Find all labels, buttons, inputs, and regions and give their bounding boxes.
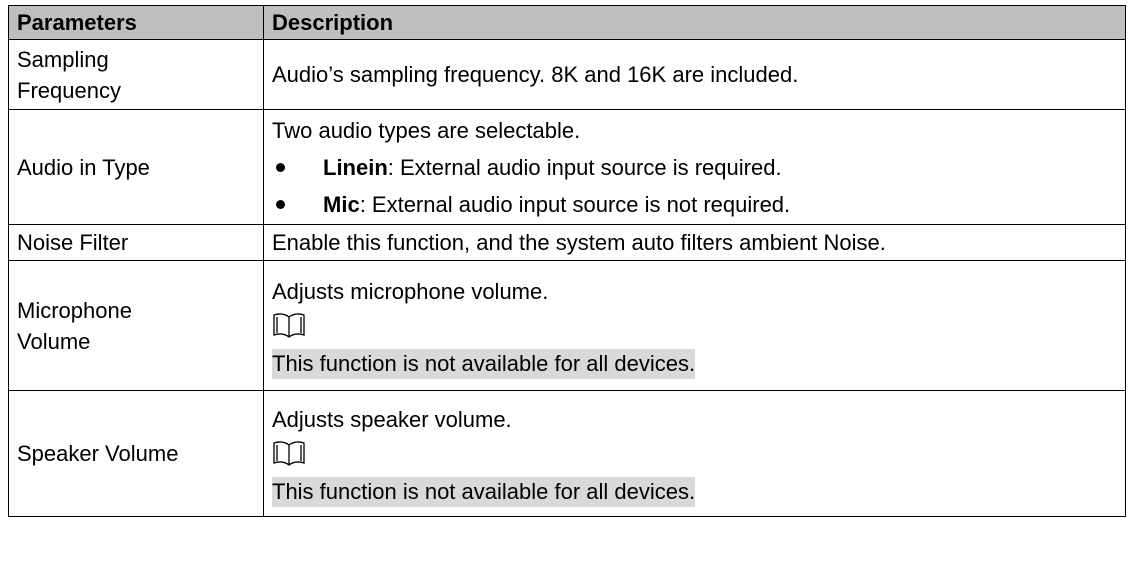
description-text: Adjusts microphone volume. — [272, 278, 549, 304]
description-text: Audio’s sampling frequency. 8K and 16K a… — [272, 62, 799, 87]
table-row: Speaker Volume Adjusts speaker volume. T… — [8, 390, 1126, 517]
description-text: Two audio types are selectable. — [272, 117, 581, 143]
param-name: Microphone Volume — [17, 297, 132, 354]
description-text: Adjusts speaker volume. — [272, 406, 512, 432]
description-cell: Two audio types are selectable. Linein: … — [263, 109, 1126, 225]
note-text: This function is not available for all d… — [272, 476, 696, 507]
table-row: Audio in Type Two audio types are select… — [8, 109, 1126, 225]
bullet-text: : External audio input source is require… — [387, 154, 782, 180]
description-text: Enable this function, and the system aut… — [272, 230, 886, 255]
book-icon — [272, 310, 1125, 348]
bullet-icon — [276, 199, 285, 209]
list-item: Mic: External audio input source is not … — [272, 186, 1125, 223]
bullet-term: Mic — [323, 191, 360, 217]
param-name: Noise Filter — [17, 230, 129, 255]
header-parameters: Parameters — [8, 5, 264, 40]
table-header-row: Parameters Description — [8, 5, 1126, 40]
description-cell: Enable this function, and the system aut… — [263, 224, 1126, 261]
description-cell: Audio’s sampling frequency. 8K and 16K a… — [263, 39, 1126, 110]
param-name: Speaker Volume — [17, 441, 179, 466]
param-cell: Noise Filter — [8, 224, 264, 261]
table-row: Microphone Volume Adjusts microphone vol… — [8, 260, 1126, 391]
param-cell: Sampling Frequency — [8, 39, 264, 110]
param-name: Sampling Frequency — [17, 46, 121, 103]
book-icon — [272, 438, 1125, 476]
param-cell: Audio in Type — [8, 109, 264, 225]
bullet-term: Linein — [323, 154, 388, 180]
param-cell: Speaker Volume — [8, 390, 264, 517]
table-row: Noise Filter Enable this function, and t… — [8, 224, 1126, 261]
description-cell: Adjusts speaker volume. This function is… — [263, 390, 1126, 517]
param-name: Audio in Type — [17, 154, 150, 180]
description-cell: Adjusts microphone volume. This function… — [263, 260, 1126, 391]
table-row: Sampling Frequency Audio’s sampling freq… — [8, 39, 1126, 110]
parameters-table: Parameters Description Sampling Frequenc… — [8, 5, 1126, 517]
header-description: Description — [263, 5, 1126, 40]
bullet-text: : External audio input source is not req… — [359, 191, 791, 217]
list-item: Linein: External audio input source is r… — [272, 149, 1125, 186]
bullet-icon — [276, 162, 285, 172]
note-text: This function is not available for all d… — [272, 348, 696, 379]
param-cell: Microphone Volume — [8, 260, 264, 391]
